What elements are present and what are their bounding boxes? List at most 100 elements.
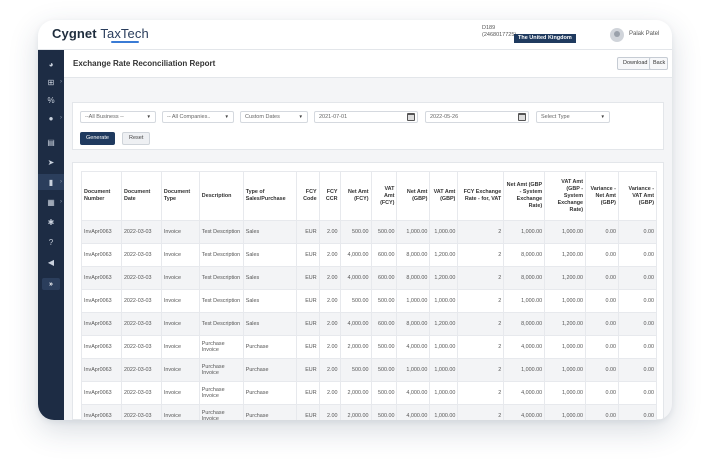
table-row[interactable]: InvApr0063 2022-03-03 Invoice Purchase Invo… <box>81 358 658 382</box>
user-icon: ● <box>48 113 54 123</box>
user-name[interactable]: Palak Patel <box>629 31 659 37</box>
table-cell: 8,000.00 <box>503 266 546 290</box>
column-header[interactable]: VAT Amt (GBP - System Exchange Rate) <box>544 171 587 221</box>
table-cell: 8,000.00 <box>396 312 431 336</box>
column-header[interactable]: FCY CCR <box>318 171 341 221</box>
table-cell: 0.00 <box>585 220 619 244</box>
sidebar-item-settings[interactable]: ✱ <box>38 214 64 230</box>
entity-code: D189 <box>482 25 496 31</box>
column-header[interactable]: FCY Exchange Rate - for, VAT <box>457 171 505 221</box>
column-header[interactable]: VAT Amt (GBP) <box>429 171 459 221</box>
column-header[interactable]: VAT Amt (FCY) <box>370 171 398 221</box>
table-cell: 4,000.00 <box>339 243 372 267</box>
column-header[interactable]: Net Amt (GBP - System Exchange Rate) <box>503 171 546 221</box>
table-cell: 600.00 <box>370 243 398 267</box>
brand-logo[interactable]: Cygnet TaxTech <box>52 26 149 41</box>
table-cell: 4,000.00 <box>503 404 546 420</box>
back-button[interactable]: Back <box>649 57 668 70</box>
table-cell: EUR <box>295 312 320 336</box>
table-row[interactable]: InvApr0063 2022-03-03 Invoice Test Descript… <box>81 243 658 267</box>
table-cell: 0.00 <box>585 312 619 336</box>
country-badge[interactable]: The United Kingdom <box>514 34 576 43</box>
business-select[interactable]: --All Business -- ▼ <box>80 111 156 123</box>
table-cell: 2 <box>457 381 505 405</box>
table-cell: 1,000.00 <box>503 289 546 313</box>
table-cell: 2022-03-03 <box>120 381 162 405</box>
sidebar-item-files[interactable]: ▦ › <box>38 194 64 210</box>
table-cell: 4,000.00 <box>503 335 546 359</box>
table-cell: 4,000.00 <box>396 404 431 420</box>
report-table-card: Document Number Document Date Document T… <box>72 162 664 420</box>
table-cell: 2 <box>457 220 505 244</box>
table-cell: Test Description <box>198 289 244 313</box>
sidebar-item-help[interactable]: ? <box>38 234 64 250</box>
from-date-input[interactable]: 2021-07-01 <box>314 111 418 123</box>
table-cell: 500.00 <box>370 289 398 313</box>
table-cell: 1,000.00 <box>544 289 587 313</box>
column-header[interactable]: Net Amt (GBP) <box>396 171 431 221</box>
column-header[interactable]: Description <box>198 171 244 221</box>
table-row[interactable]: InvApr0063 2022-03-03 Invoice Test Descript… <box>81 312 658 336</box>
sidebar-item-reports[interactable]: ▮ › <box>38 174 64 190</box>
table-cell: 0.00 <box>617 381 658 405</box>
table-cell: 600.00 <box>370 266 398 290</box>
table-row[interactable]: InvApr0063 2022-03-03 Invoice Purchase Invo… <box>81 381 658 405</box>
dashboard-icon: ◕ <box>48 59 54 69</box>
column-header[interactable]: Document Type <box>160 171 200 221</box>
entity-info[interactable]: D189 (2468017725) <box>482 25 516 39</box>
sidebar-item-announcements[interactable]: ◀ <box>38 254 64 270</box>
sidebar-item-user[interactable]: ● › <box>38 110 64 126</box>
table-cell: 2 <box>457 243 505 267</box>
to-date-input[interactable]: 2022-05-26 <box>425 111 529 123</box>
column-header[interactable]: Type of Sales/Purchase <box>242 171 297 221</box>
sidebar-item-hierarchy[interactable]: ⊞ › <box>38 74 64 90</box>
table-row[interactable]: InvApr0063 2022-03-03 Invoice Purchase Invo… <box>81 335 658 359</box>
column-header[interactable]: Net Amt (FCY) <box>339 171 372 221</box>
column-header[interactable]: Document Number <box>81 171 122 221</box>
date-range-select[interactable]: Custom Dates ▼ <box>240 111 308 123</box>
sidebar-item-document[interactable]: ▤ <box>38 134 64 150</box>
table-cell: InvApr0063 <box>81 243 122 267</box>
calendar-icon[interactable] <box>518 113 526 121</box>
companies-select[interactable]: -- All Companies.. ▼ <box>162 111 234 123</box>
table-row[interactable]: InvApr0063 2022-03-03 Invoice Purchase Invo… <box>81 404 658 420</box>
table-cell: InvApr0063 <box>81 289 122 313</box>
table-cell: Test Description <box>198 312 244 336</box>
table-row[interactable]: InvApr0063 2022-03-03 Invoice Test Descript… <box>81 266 658 290</box>
chevron-down-icon: ▼ <box>146 114 151 119</box>
calendar-icon[interactable] <box>407 113 415 121</box>
table-cell: 1,000.00 <box>429 220 459 244</box>
table-cell: 2022-03-03 <box>120 266 162 290</box>
table-cell: 500.00 <box>339 220 372 244</box>
sidebar-item-send[interactable]: ➤ <box>38 154 64 170</box>
table-cell: 8,000.00 <box>503 312 546 336</box>
sidebar: ◕ ⊞ › % ● › ▤ ➤ ▮ › ▦ › ✱ ? ◀ » <box>38 50 64 420</box>
table-cell: Purchase Invoice <box>198 404 244 420</box>
column-header[interactable]: FCY Code <box>295 171 320 221</box>
sidebar-item-percent[interactable]: % <box>38 92 64 108</box>
table-cell: 1,000.00 <box>544 404 587 420</box>
app-window: Cygnet TaxTech D189 (2468017725) The Uni… <box>38 20 672 420</box>
column-header[interactable]: Variance - Net Amt (GBP) <box>585 171 619 221</box>
table-cell: Invoice <box>160 381 200 405</box>
generate-button[interactable]: Generate <box>80 132 115 145</box>
send-icon: ➤ <box>47 157 55 167</box>
column-header[interactable]: Variance - VAT Amt (GBP) <box>617 171 658 221</box>
table-row[interactable]: InvApr0063 2022-03-03 Invoice Test Descript… <box>81 289 658 313</box>
table-cell: Purchase <box>242 404 297 420</box>
type-select[interactable]: Select Type ▼ <box>536 111 610 123</box>
table-cell: 500.00 <box>370 220 398 244</box>
table-cell: EUR <box>295 266 320 290</box>
sidebar-expand-button[interactable]: » <box>42 278 60 290</box>
reset-button[interactable]: Reset <box>122 132 151 145</box>
sidebar-item-dashboard[interactable]: ◕ <box>38 56 64 72</box>
table-cell: 500.00 <box>370 381 398 405</box>
table-cell: 2 <box>457 404 505 420</box>
table-cell: 2 <box>457 289 505 313</box>
table-cell: InvApr0063 <box>81 266 122 290</box>
table-row[interactable]: InvApr0063 2022-03-03 Invoice Test Descript… <box>81 220 658 244</box>
avatar[interactable] <box>610 28 624 42</box>
table-cell: 2.00 <box>318 358 341 382</box>
column-header[interactable]: Document Date <box>120 171 162 221</box>
chevron-right-icon: › <box>60 79 62 85</box>
